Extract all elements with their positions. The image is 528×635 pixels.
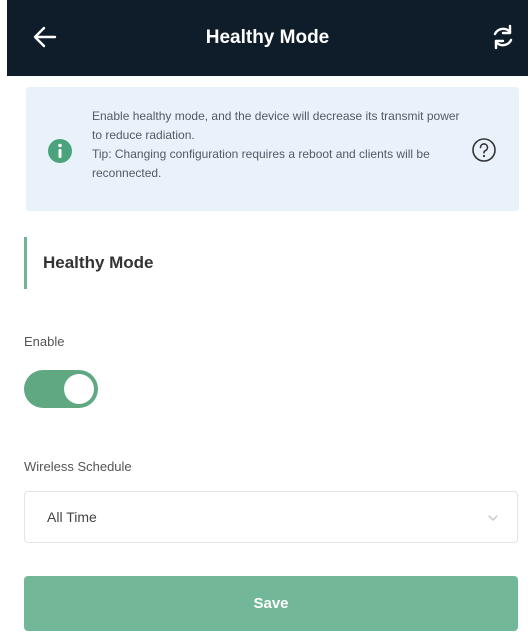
wireless-schedule-value: All Time [47,509,97,525]
arrow-left-icon[interactable] [31,23,59,51]
enable-toggle[interactable] [24,370,98,408]
refresh-icon[interactable] [488,22,518,52]
tip-line-2: Tip: Changing configuration requires a r… [92,147,430,180]
info-icon [48,139,72,163]
page-title: Healthy Mode [205,27,330,48]
enable-label: Enable [24,334,65,349]
toggle-knob [64,374,94,404]
section-heading: Healthy Mode [24,237,154,289]
tip-text: Enable healthy mode, and the device will… [92,107,464,183]
save-button[interactable]: Save [24,576,518,631]
question-circle-icon[interactable] [471,137,497,163]
info-tip-box: Enable healthy mode, and the device will… [26,87,519,211]
wireless-schedule-select[interactable]: All Time [24,491,518,543]
tip-line-1: Enable healthy mode, and the device will… [92,109,460,142]
chevron-down-icon [488,515,498,521]
top-bar: Healthy Mode [7,0,528,76]
wireless-schedule-label: Wireless Schedule [24,459,132,474]
